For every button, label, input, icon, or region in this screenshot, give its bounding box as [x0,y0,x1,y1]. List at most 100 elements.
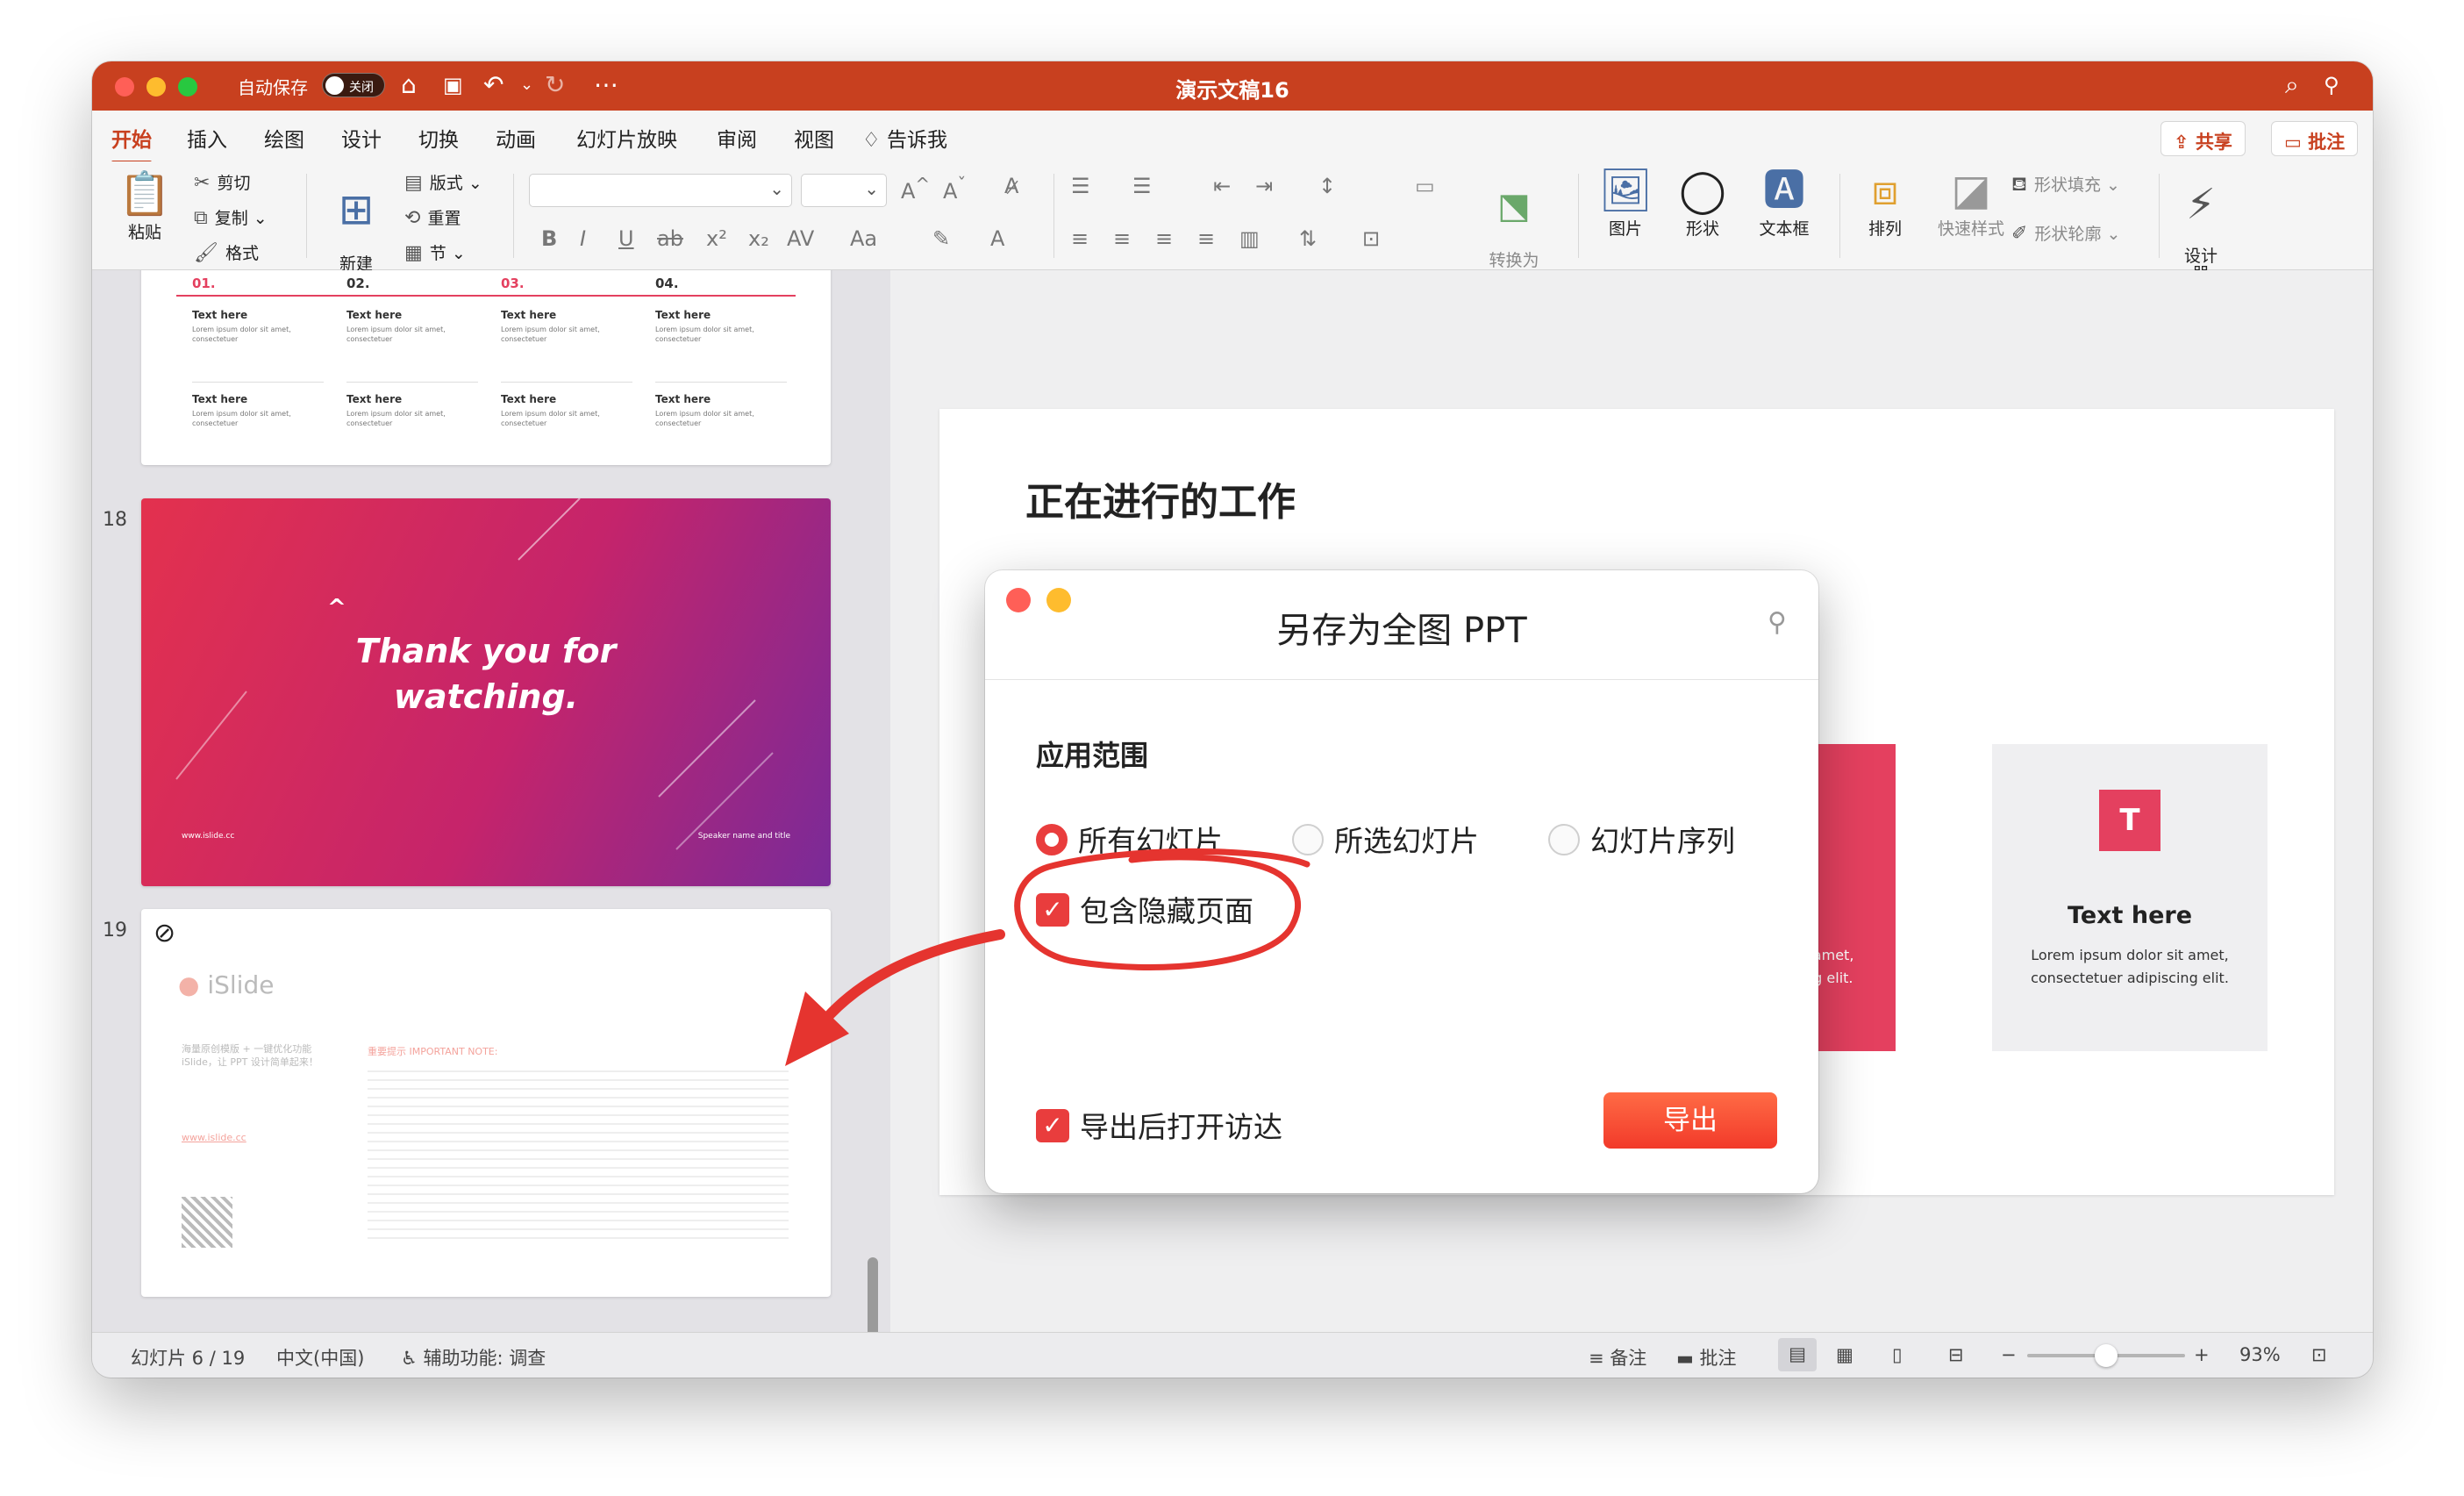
zoom-percentage[interactable]: 93% [2239,1344,2281,1365]
smartart-graphic-icon[interactable]: ▭ [1415,174,1435,198]
shape-outline-button[interactable]: ✐ 形状轮廓 ⌄ [2011,221,2120,245]
tab-transitions[interactable]: 切换 [418,123,459,153]
tab-review[interactable]: 审阅 [717,123,757,153]
tab-animations[interactable]: 动画 [496,123,536,153]
zoom-in-icon[interactable]: + [2194,1344,2210,1365]
normal-view-icon[interactable]: ▤ [1778,1338,1817,1371]
shape-button[interactable]: ◯ 形状 [1668,165,1738,240]
slide-thumbnail-18[interactable]: ^ Thank you for watching. www.islide.cc … [141,498,831,886]
radio-slide-sequence[interactable]: 幻灯片序列 [1548,818,1735,860]
tab-home[interactable]: 开始 [111,123,152,164]
column-number: 03. [501,276,525,291]
font-size-select[interactable] [801,174,887,207]
notes-button[interactable]: ≡ 备注 [1589,1344,1646,1371]
strikethrough-icon[interactable]: ab [657,226,683,251]
slideshow-view-icon[interactable]: ⊟ [1948,1344,1964,1365]
italic-icon[interactable]: I [580,226,586,251]
slide-thumbnail-19[interactable]: ⊘ ● iSlide 海量原创模版 + 一键优化功能 iSlide，让 PPT … [141,909,831,1297]
slide-thumbnail-17[interactable]: 01. Text here Lorem ipsum dolor sit amet… [141,270,831,465]
text-direction-icon[interactable]: ⇅ [1299,226,1317,251]
tab-tell-me[interactable]: ♢ 告诉我 [862,123,947,153]
account-icon[interactable]: ⚲ [2324,72,2339,98]
share-icon: ⇪ [2174,132,2196,153]
ribbon-toolbar: 📋 粘贴 ✂剪切 ⧉复制 ⌄ 🖌格式 ⊞ 新建 幻灯片 ▤版式 ⌄ ⟲重置 ▦节… [92,161,2373,293]
font-color-icon[interactable]: A [990,226,1004,251]
tab-view[interactable]: 视图 [794,123,834,153]
zoom-out-icon[interactable]: − [2001,1344,2017,1365]
column-body: Lorem ipsum dolor sit amet, consectetuer [346,410,446,427]
panel-scrollbar[interactable] [868,1257,878,1332]
arrange-button[interactable]: ⧈ 排列 [1850,165,1920,240]
tab-draw[interactable]: 绘图 [264,123,304,153]
tab-insert[interactable]: 插入 [187,123,227,153]
share-button[interactable]: ⇪ 共享 [2160,121,2246,156]
decrease-font-icon[interactable]: Aˇ [943,174,966,204]
document-title: 演示文稿16 [1175,78,1289,103]
column-title: Text here [346,393,403,405]
paste-button[interactable]: 📋 粘贴 [110,168,180,243]
bold-icon[interactable]: B [541,226,557,251]
layout-button[interactable]: ▤ 版式 ⌄ [404,170,482,194]
picture-icon: 🖼 [1598,166,1653,215]
slide-sorter-icon[interactable]: ▦ [1836,1344,1853,1365]
align-right-icon[interactable]: ≡ [1155,226,1173,251]
reading-view-icon[interactable]: ▯ [1892,1344,1903,1365]
change-case-icon[interactable]: Aa [850,226,877,251]
comments-button[interactable]: ▬ 批注 [1676,1344,1737,1371]
islide-link: www.islide.cc [182,1132,246,1143]
copy-button[interactable]: ⧉ 复制 ⌄ [194,205,268,229]
zoom-slider-knob[interactable] [2095,1344,2118,1367]
align-text-icon[interactable]: ⊡ [1362,226,1380,251]
zoom-slider[interactable] [2027,1344,2185,1367]
section-button[interactable]: ▦ 节 ⌄ [404,240,466,264]
radio-empty-icon [1292,823,1324,855]
textbox-button[interactable]: 🅰 文本框 [1745,165,1824,240]
hidden-slide-icon: ⊘ [154,918,176,948]
fit-slide-icon[interactable]: ⊡ [2311,1344,2327,1365]
comment-button[interactable]: ▭ 批注 [2271,121,2359,156]
clear-format-icon[interactable]: A̷ [1004,174,1018,198]
increase-indent-icon[interactable]: ⇥ [1255,174,1273,198]
cut-button[interactable]: ✂ 剪切 [194,170,250,194]
shape-fill-button[interactable]: ⛾ 形状填充 ⌄ [2011,172,2120,198]
reset-button[interactable]: ⟲ 重置 [404,205,461,229]
align-left-icon[interactable]: ≡ [1071,226,1089,251]
include-hidden-checkbox[interactable]: ✓ 包含隐藏页面 [1036,888,1253,930]
char-spacing-icon[interactable]: AV [787,226,814,251]
caret-up-icon: ^ [327,595,346,621]
highlight-icon[interactable]: ✎ [932,226,950,251]
pin-icon[interactable]: ⚲ [1768,607,1787,638]
language-indicator[interactable]: 中文(中国) [276,1344,364,1371]
bullets-icon[interactable]: ☰ [1071,174,1090,198]
format-label: 格式 [225,244,259,263]
numbering-icon[interactable]: ☰ [1132,174,1152,198]
format-painter-button[interactable]: 🖌 格式 [194,240,259,264]
comment-label: 批注 [2308,132,2346,153]
decrease-indent-icon[interactable]: ⇤ [1213,174,1231,198]
align-center-icon[interactable]: ≡ [1113,226,1131,251]
underline-icon[interactable]: U [618,226,634,251]
grey-card[interactable]: T Text here Lorem ipsum dolor sit amet, … [1992,744,2268,1051]
columns-icon[interactable]: ▥ [1239,226,1260,251]
comments-icon: ▬ [1676,1348,1700,1369]
accessibility-button[interactable]: ♿ 辅助功能: 调查 [401,1344,546,1371]
search-icon[interactable]: ⌕ [2285,72,2299,98]
increase-font-icon[interactable]: A^ [901,174,930,204]
brush-icon: 🖌 [194,242,218,264]
tab-design[interactable]: 设计 [341,123,382,153]
picture-button[interactable]: 🖼 图片 [1590,165,1661,240]
justify-icon[interactable]: ≡ [1197,226,1215,251]
checkmark-icon: ✓ [1036,892,1069,927]
line-spacing-icon[interactable]: ↕ [1318,174,1336,198]
checkmark-icon: ✓ [1036,1108,1069,1142]
quick-styles-button[interactable]: ◪ 快速样式 [1927,165,2015,240]
tab-slideshow[interactable]: 幻灯片放映 [576,123,677,153]
superscript-icon[interactable]: x² [706,226,727,251]
radio-all-slides[interactable]: 所有幻灯片 [1036,818,1223,860]
radio-selected-slides[interactable]: 所选幻灯片 [1292,818,1479,860]
subscript-icon[interactable]: x₂ [748,226,769,251]
slide-title[interactable]: 正在进行的工作 [1025,470,1296,526]
open-finder-checkbox[interactable]: ✓ 导出后打开访达 [1036,1104,1282,1146]
font-family-select[interactable] [529,174,792,207]
export-button[interactable]: 导出 [1603,1092,1777,1149]
